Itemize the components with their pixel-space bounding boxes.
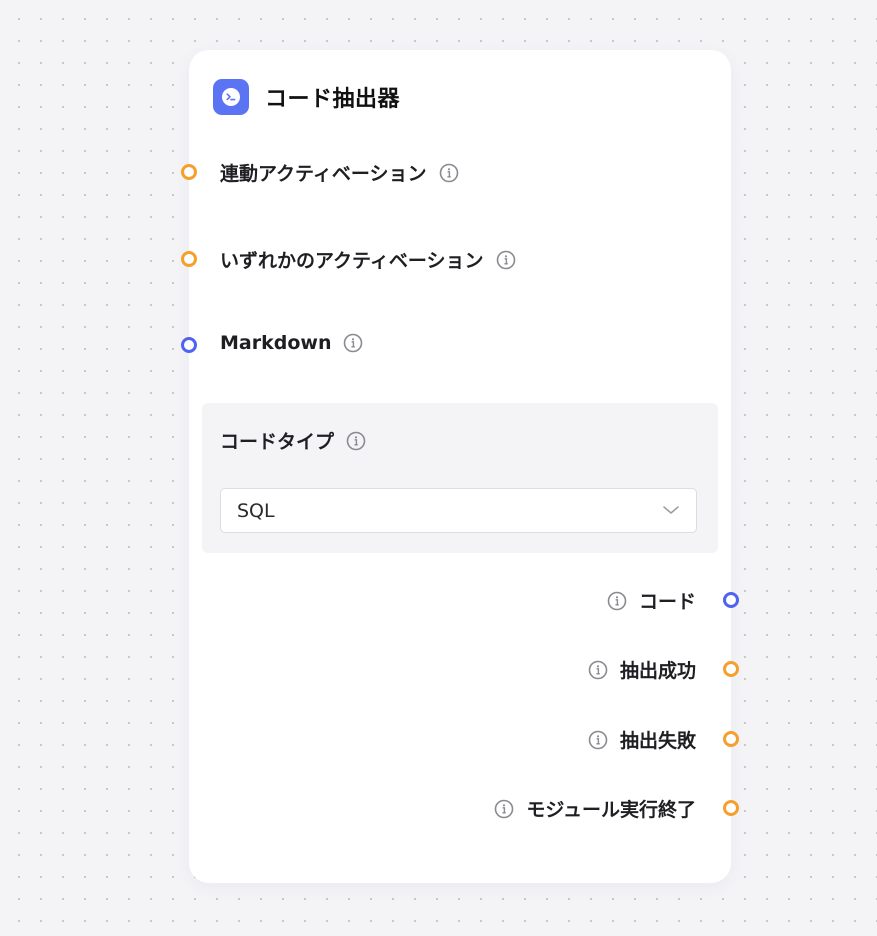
output-label: 抽出成功 (619, 660, 696, 682)
info-icon[interactable] (439, 163, 459, 183)
output-module-finished: モジュール実行終了 (494, 795, 696, 822)
info-icon[interactable] (494, 799, 514, 819)
info-icon[interactable] (588, 730, 608, 750)
output-extract-success: 抽出成功 (588, 656, 696, 683)
terminal-icon (213, 79, 249, 115)
input-port-linked-activation[interactable] (181, 164, 197, 180)
code-type-panel: コードタイプ SQL (202, 403, 718, 553)
output-port-module-finished[interactable] (723, 800, 739, 816)
node-header: コード抽出器 (213, 79, 400, 115)
output-label: コード (638, 591, 696, 613)
output-label: 抽出失敗 (619, 730, 696, 752)
input-label: 連動アクティベーション (220, 163, 427, 185)
output-port-extract-failure[interactable] (723, 731, 739, 747)
output-port-code[interactable] (723, 592, 739, 608)
code-type-value: SQL (237, 499, 275, 522)
code-type-label: コードタイプ (220, 431, 335, 453)
input-markdown: Markdown (220, 332, 363, 354)
input-any-activation: いずれかのアクティベーション (220, 246, 516, 273)
input-linked-activation: 連動アクティベーション (220, 159, 459, 186)
code-type-label-row: コードタイプ (220, 427, 366, 454)
input-port-any-activation[interactable] (181, 251, 197, 267)
code-type-select[interactable]: SQL (220, 488, 697, 533)
info-icon[interactable] (607, 591, 627, 611)
info-icon[interactable] (496, 250, 516, 270)
output-extract-failure: 抽出失敗 (588, 726, 696, 753)
info-icon[interactable] (343, 333, 363, 353)
code-extractor-node[interactable]: コード抽出器 連動アクティベーション いずれかのアクティベーション Markdo… (181, 50, 739, 883)
chevron-down-icon (662, 501, 680, 520)
output-label: モジュール実行終了 (526, 799, 696, 821)
input-label: いずれかのアクティベーション (220, 250, 484, 272)
node-title: コード抽出器 (265, 87, 401, 112)
output-port-extract-success[interactable] (723, 661, 739, 677)
input-label: Markdown (220, 332, 332, 354)
info-icon[interactable] (588, 660, 608, 680)
info-icon[interactable] (346, 431, 366, 451)
input-port-markdown[interactable] (181, 337, 197, 353)
output-code: コード (607, 587, 696, 614)
